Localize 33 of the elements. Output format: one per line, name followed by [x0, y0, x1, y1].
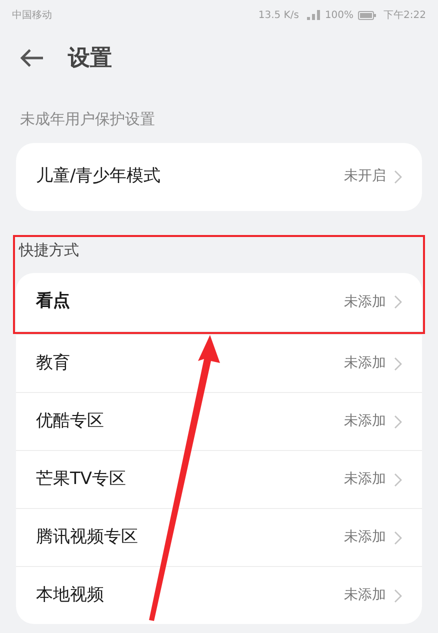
settings-row[interactable]: 看点 未添加	[16, 273, 422, 331]
chevron-right-icon	[394, 295, 402, 309]
chevron-right-icon	[394, 356, 402, 370]
row-label: 芒果TV专区	[36, 468, 126, 491]
battery-icon	[358, 10, 376, 20]
section-title: 未成年用户保护设置	[19, 109, 156, 130]
row-label: 儿童/青少年模式	[36, 164, 161, 188]
row-value: 未添加	[344, 528, 386, 547]
chevron-right-icon	[394, 588, 402, 602]
row-value: 未开启	[344, 167, 386, 186]
row-label: 本地视频	[36, 584, 104, 607]
row-label: 腾讯视频专区	[36, 526, 138, 549]
row-label: 优酷专区	[36, 410, 104, 433]
section-title: 快捷方式	[18, 240, 80, 260]
chevron-right-icon	[394, 414, 402, 428]
time-text: 下午2:22	[384, 8, 426, 22]
signal-icon	[306, 10, 321, 20]
chevron-right-icon	[394, 170, 402, 184]
page-title: 设置	[68, 44, 112, 72]
row-value: 未添加	[344, 470, 386, 489]
row-value: 未添加	[344, 354, 386, 373]
carrier-text: 中国移动	[12, 8, 52, 22]
row-label: 教育	[36, 352, 70, 375]
row-value: 未添加	[344, 586, 386, 605]
row-label: 看点	[36, 290, 70, 314]
battery-text: 100%	[324, 8, 354, 22]
chevron-right-icon	[394, 530, 402, 544]
chevron-right-icon	[394, 472, 402, 486]
speed-text: 13.5 K/s	[258, 8, 299, 22]
settings-row[interactable]: 儿童/青少年模式 未开启	[16, 148, 422, 206]
row-value: 未添加	[344, 412, 386, 431]
row-value: 未添加	[344, 292, 386, 312]
back-arrow-icon[interactable]	[20, 48, 44, 68]
